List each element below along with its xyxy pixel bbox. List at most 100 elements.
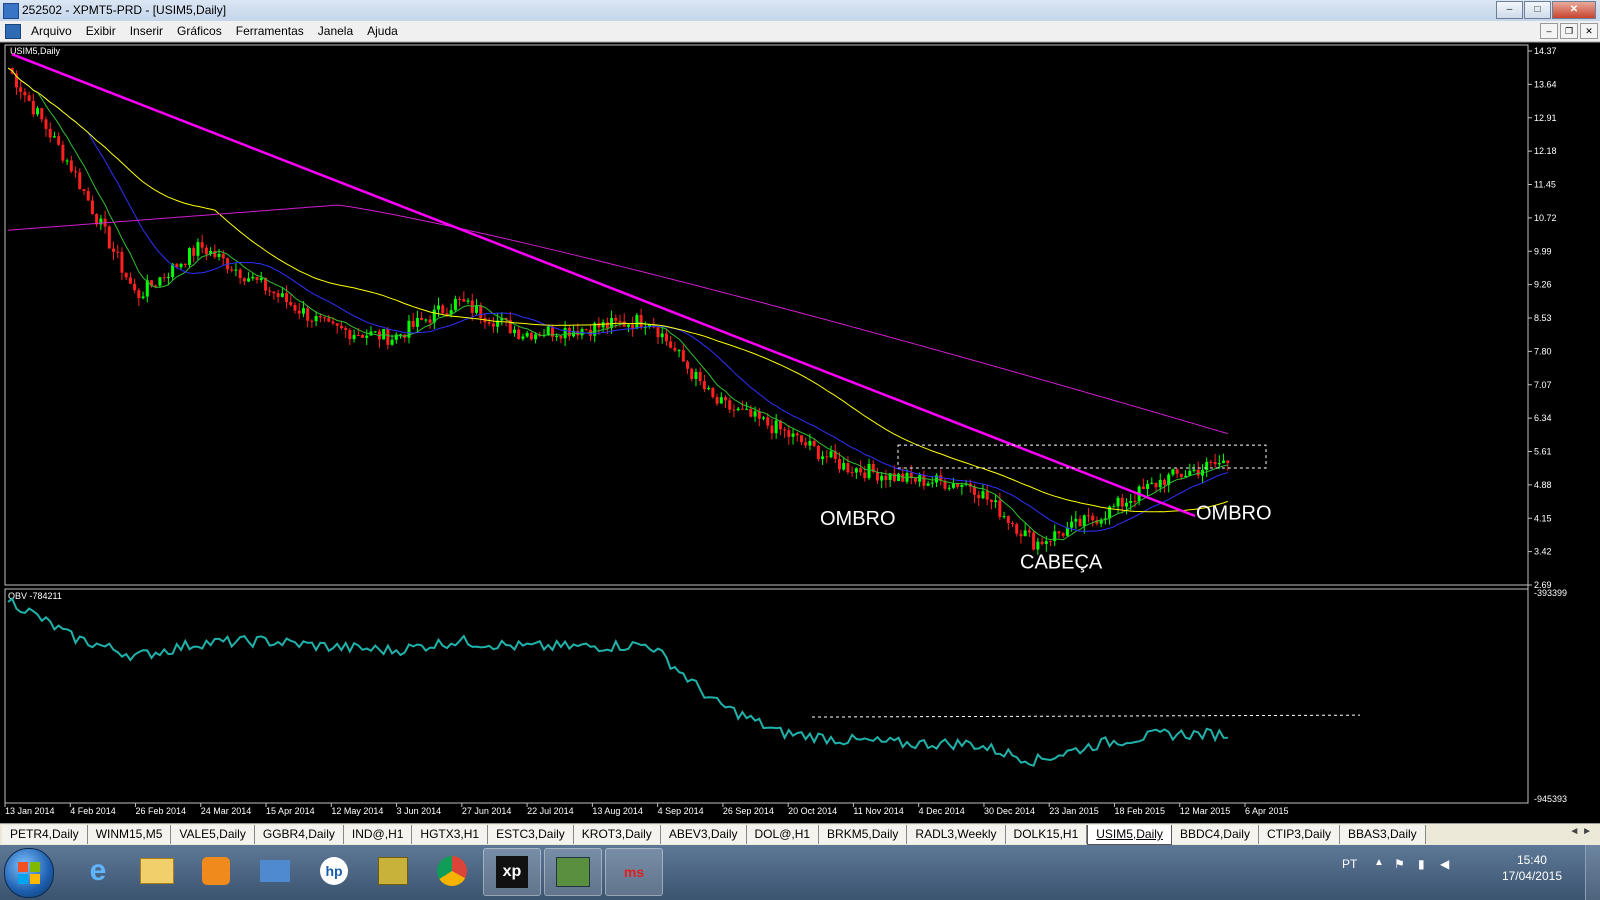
maximize-button[interactable]: □ [1524, 1, 1551, 19]
candle-body [694, 371, 698, 379]
tab-krot3-daily[interactable]: KROT3,Daily [573, 825, 661, 844]
menu-janela[interactable]: Janela [311, 23, 360, 39]
ma-short-green-line [7, 67, 1228, 541]
candle-body [837, 458, 841, 470]
hp-icon[interactable]: hp [306, 848, 362, 894]
candle-body [584, 329, 588, 331]
candle-body [719, 397, 723, 404]
candle-body [90, 200, 94, 214]
tab-usim5-daily[interactable]: USIM5,Daily [1087, 825, 1172, 845]
menu-ajuda[interactable]: Ajuda [360, 23, 405, 39]
language-indicator[interactable]: PT [1342, 857, 1357, 871]
candle-body [415, 317, 419, 327]
candle-body [1192, 469, 1196, 472]
menu-graficos[interactable]: Gráficos [170, 23, 229, 39]
ie-icon[interactable]: e [70, 848, 126, 894]
date-tick-label: 30 Dec 2014 [984, 806, 1035, 816]
price-chart[interactable]: 14.37 13.64 12.91 12.18 11.45 10.72 9.99 9.26 8.… [0, 43, 1600, 823]
tab-petr4-daily[interactable]: PETR4,Daily [2, 825, 88, 844]
candle-body [323, 317, 327, 319]
candle-body [1150, 482, 1154, 484]
tab-winm15-m5[interactable]: WINM15,M5 [87, 825, 172, 844]
doc-restore-button[interactable]: ❐ [1560, 23, 1578, 39]
xp-app-icon[interactable]: xp [483, 848, 541, 896]
minimize-button[interactable]: – [1496, 1, 1523, 19]
tab-vale5-daily[interactable]: VALE5,Daily [171, 825, 255, 844]
obv-line [7, 597, 1228, 767]
media-icon[interactable] [188, 848, 244, 894]
tray-expand-icon[interactable]: ▲ [1374, 857, 1384, 868]
doc-minimize-button[interactable]: – [1540, 23, 1558, 39]
tab-bbas3-daily[interactable]: BBAS3,Daily [1339, 825, 1426, 844]
close-button[interactable]: ✕ [1552, 1, 1596, 19]
chart-window[interactable]: 14.37 13.64 12.91 12.18 11.45 10.72 9.99 9.26 8.… [0, 42, 1600, 823]
menu-exibir[interactable]: Exibir [79, 23, 123, 39]
candle-body [217, 253, 221, 257]
document-icon[interactable] [5, 24, 21, 39]
candle-body [867, 463, 871, 479]
start-button[interactable] [4, 848, 54, 898]
tab-scroll-arrows[interactable]: ◄ ► [1569, 826, 1592, 837]
candle-body [859, 468, 863, 473]
candle-body [19, 87, 23, 92]
tab-dolk15-h1[interactable]: DOLK15,H1 [1005, 825, 1088, 844]
candle-body [386, 328, 390, 345]
candle-body [230, 269, 234, 271]
tab-ggbr4-daily[interactable]: GGBR4,Daily [254, 825, 344, 844]
tab-brkm5-daily[interactable]: BRKM5,Daily [819, 825, 908, 844]
tab-estc3-daily[interactable]: ESTC3,Daily [488, 825, 574, 844]
candle-body [234, 269, 238, 271]
doc-close-button[interactable]: ✕ [1580, 23, 1598, 39]
price-tick-label: 5.61 [1534, 447, 1552, 457]
candle-body [1154, 482, 1158, 488]
candle-body [196, 242, 200, 256]
tab-dol-h1[interactable]: DOL@,H1 [746, 825, 820, 844]
chrome-icon[interactable] [424, 848, 480, 894]
ma-short-blue-line [7, 67, 1228, 532]
candle-body [850, 472, 854, 474]
candle-body [673, 347, 677, 351]
window-title: 252502 - XPMT5-PRD - [USIM5,Daily] [22, 3, 227, 17]
candle-body [555, 335, 559, 337]
candle-body [352, 334, 356, 340]
price-tick-label: 14.37 [1534, 46, 1557, 56]
ms-app-icon[interactable]: ms [605, 848, 663, 896]
menu-ferramentas[interactable]: Ferramentas [229, 23, 311, 39]
chart-symbol-label: USIM5,Daily [10, 46, 61, 56]
taskbar: e hp xp ms PT ▲ ⚑ ▮ ◀ 15:40 17/04/2015 [0, 845, 1600, 900]
tab-ctip3-daily[interactable]: CTIP3,Daily [1258, 825, 1340, 844]
candle-body [289, 302, 293, 305]
tab-hgtx3-h1[interactable]: HGTX3,H1 [412, 825, 489, 844]
flag-icon[interactable]: ⚑ [1394, 857, 1410, 871]
candle-body [441, 305, 445, 314]
signal-icon[interactable]: ▮ [1418, 857, 1434, 871]
candle-body [989, 499, 993, 503]
candle-body [1053, 531, 1057, 542]
candle-body [1141, 486, 1145, 489]
show-desktop-button[interactable] [1585, 845, 1600, 900]
menu-arquivo[interactable]: Arquivo [24, 23, 79, 39]
tab-bbdc4-daily[interactable]: BBDC4,Daily [1171, 825, 1259, 844]
date-tick-label: 12 Mar 2015 [1180, 806, 1231, 816]
candle-body [57, 136, 61, 145]
tab-ind-h1[interactable]: IND@,H1 [343, 825, 413, 844]
tab-abev3-daily[interactable]: ABEV3,Daily [660, 825, 747, 844]
candle-body [1226, 460, 1230, 463]
candle-body [728, 400, 732, 410]
candle-body [947, 487, 951, 489]
right-shoulder-label: OMBRO [1196, 503, 1272, 525]
volume-icon[interactable]: ◀ [1440, 857, 1456, 871]
network-icon[interactable] [247, 848, 303, 894]
system-tray: PT ▲ ⚑ ▮ ◀ 15:40 17/04/2015 [1330, 845, 1600, 900]
menu-inserir[interactable]: Inserir [123, 23, 170, 39]
candle-body [892, 473, 896, 482]
folder-icon[interactable] [129, 848, 185, 894]
candle-body [681, 350, 685, 362]
candle-body [474, 305, 478, 313]
tab-radl3-weekly[interactable]: RADL3,Weekly [907, 825, 1006, 844]
metatrader-icon[interactable] [544, 848, 602, 896]
candle-body [1120, 497, 1124, 507]
candle-body [1019, 533, 1023, 537]
archive-icon[interactable] [365, 848, 421, 894]
clock[interactable]: 15:40 17/04/2015 [1502, 852, 1562, 884]
